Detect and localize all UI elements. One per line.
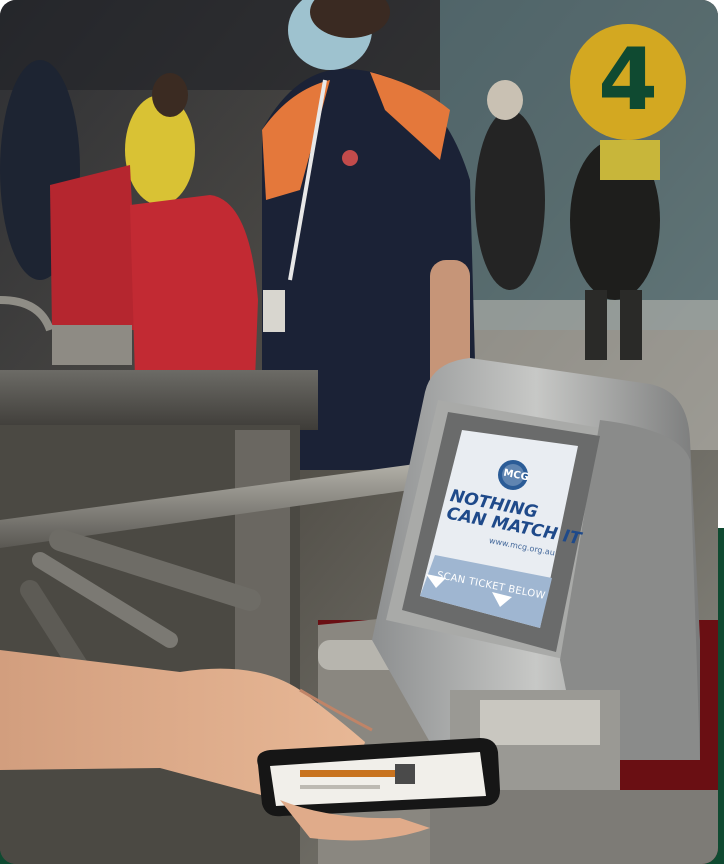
step-number: 4 xyxy=(598,30,658,130)
step-number-badge: 4 xyxy=(570,24,686,140)
stage: MCG NOTHING CAN MATCH IT www.mcg.org.au … xyxy=(0,0,724,864)
